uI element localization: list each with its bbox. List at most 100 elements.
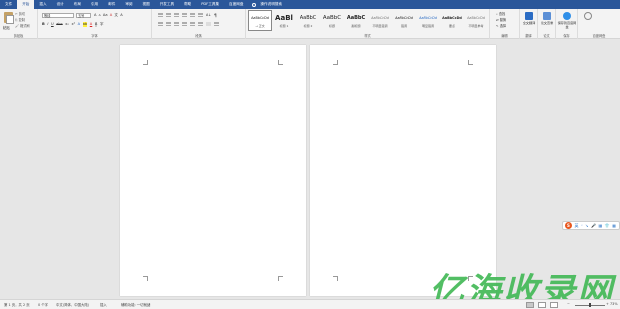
borders-icon[interactable] [214,22,219,26]
ime-toolbar[interactable]: S 英 ᵕ ↘ 🎤 ▦ 👕 ▦ [562,221,620,230]
tab-baidu-netdisk[interactable]: 百度网盘 [224,0,248,9]
cut-button[interactable]: ✂ 剪切 [15,11,25,16]
tab-mailings[interactable]: 邮件 [103,0,120,9]
tab-home[interactable]: 开始 [17,0,35,9]
page-2[interactable] [310,45,496,296]
paste-button[interactable]: 粘贴 [3,25,10,30]
style-normal[interactable]: AaBbCcDd → 正文 [248,10,272,31]
style-strong[interactable]: AaBbCcDd 要点 [440,10,464,31]
char-border-button[interactable]: A [120,13,122,18]
highlight-button[interactable]: ab [82,22,88,27]
copy-button[interactable]: ⎘ 复制 [15,17,25,22]
increase-indent-icon[interactable] [190,13,195,17]
emoji-icon[interactable]: ᵕ [581,223,583,228]
cloud-button[interactable] [578,12,598,21]
select-button[interactable]: ↖ 选择 [496,23,506,29]
styles-gallery: AaBbCcDd → 正文 AaBl 标题 1 AaBbC 标题 2 AaBbC… [248,10,488,32]
tab-review[interactable]: 审阅 [120,0,137,9]
style-emphasis[interactable]: AaBbCcDd 强调 [392,10,416,31]
sogou-logo-icon[interactable]: S [565,222,572,229]
style-subtle-emphasis[interactable]: AaBbCcDd 不明显强调 [368,10,392,31]
keyboard-icon[interactable]: ▦ [599,223,603,228]
tab-help[interactable]: 帮助 [179,0,196,9]
word-count[interactable]: 0 个字 [38,302,48,307]
show-marks-button[interactable]: ¶ [214,13,217,18]
tab-design[interactable]: 设计 [52,0,69,9]
text-effects-button[interactable]: A [78,22,80,27]
tab-insert[interactable]: 插入 [34,0,51,9]
language-toggle-icon[interactable]: 英 [575,223,579,229]
page-1[interactable] [120,45,306,296]
zoom-slider-thumb[interactable] [589,303,591,307]
paper-check-button[interactable]: 论文查重 [537,12,557,25]
style-heading-1[interactable]: AaBl 标题 1 [272,10,296,31]
page-count[interactable]: 第 1 页，共 2 页 [4,302,30,307]
clear-format-button[interactable]: A [110,13,112,18]
style-preview: AaBbCcDd [251,16,269,20]
bullets-icon[interactable] [158,13,163,17]
sort-button[interactable]: A↓ [206,13,211,18]
align-center-icon[interactable] [166,22,171,26]
strikethrough-button[interactable]: abc [56,22,62,27]
decrease-indent-icon[interactable] [182,13,187,17]
style-name: 标题 [328,24,335,28]
style-subtitle[interactable]: AaBbC 副标题 [344,10,368,31]
web-layout-button[interactable] [550,302,558,308]
subscript-button[interactable]: x₂ [65,22,69,27]
style-subtle-reference[interactable]: AaBbCcDd 不明显参考 [464,10,488,31]
accessibility-status[interactable]: 辅助功能: 一切就绪 [121,302,150,307]
format-painter-button[interactable]: 🖌 格式刷 [15,23,30,28]
char-shading-button[interactable]: A [94,22,98,27]
style-intense-emphasis[interactable]: AaBbCcDd 明显强调 [416,10,440,31]
style-heading-2[interactable]: AaBbC 标题 2 [296,10,320,31]
microphone-icon[interactable]: 🎤 [591,223,596,228]
font-color-button[interactable]: A [90,22,92,27]
save-to-baidu-button[interactable]: 保存到百度网盘 [557,12,577,29]
skin-icon[interactable]: 👕 [605,223,610,228]
tab-layout[interactable]: 布局 [69,0,86,9]
style-title[interactable]: AaBbC 标题 [320,10,344,31]
justify-icon[interactable] [182,22,187,26]
multilevel-list-icon[interactable] [174,13,179,17]
font-size-select[interactable]: 五号 [76,13,91,18]
arrow-icon[interactable]: ↘ [585,223,588,228]
pinyin-button[interactable]: 文 [114,13,118,18]
tab-file[interactable]: 文件 [0,0,17,9]
underline-button[interactable]: U [51,22,54,27]
grow-font-button[interactable]: A [94,13,96,18]
tell-me-search[interactable]: 操作说明搜索 [252,2,282,7]
paste-icon[interactable] [4,12,14,24]
tab-references[interactable]: 引用 [86,0,103,9]
tab-view[interactable]: 视图 [138,0,155,9]
align-right-icon[interactable] [174,22,179,26]
chinese-layout-icon[interactable] [198,13,203,17]
superscript-button[interactable]: x² [71,22,75,27]
align-left-icon[interactable] [158,22,163,26]
italic-button[interactable]: I [47,22,48,27]
distributed-icon[interactable] [190,22,195,26]
style-preview: AaBbC [346,15,366,21]
bold-button[interactable]: B [42,22,45,27]
line-spacing-icon[interactable] [198,22,203,26]
zoom-level[interactable]: 73% [610,302,618,306]
full-translate-button[interactable]: 全文翻译 [519,12,539,25]
numbering-icon[interactable] [166,13,171,17]
language-indicator[interactable]: 中文(简体，中国大陆) [56,302,89,307]
shading-icon[interactable] [206,22,211,26]
tab-developer[interactable]: 开发工具 [155,0,179,9]
font-name-select[interactable]: 等线 [42,13,74,18]
enclose-char-button[interactable]: 字 [100,22,104,27]
insert-mode[interactable]: 插入 [100,302,107,307]
toolbox-icon[interactable]: ▦ [612,223,616,228]
find-label: 查找 [498,12,506,16]
crop-mark [468,60,473,65]
shrink-font-button[interactable]: A [99,13,101,18]
zoom-in-button[interactable]: + [606,302,609,306]
document-canvas[interactable] [0,40,620,299]
zoom-out-button[interactable]: − [567,302,570,306]
tab-pdf-tools[interactable]: PDF工具集 [196,0,224,9]
change-case-button[interactable]: Aa [103,13,108,18]
ribbon-home: 粘贴 ✂ 剪切 ⎘ 复制 🖌 格式刷 剪贴板 等线 五号 A A Aa A 文 … [0,9,620,39]
print-layout-button[interactable] [538,302,546,308]
read-mode-button[interactable] [526,302,534,308]
